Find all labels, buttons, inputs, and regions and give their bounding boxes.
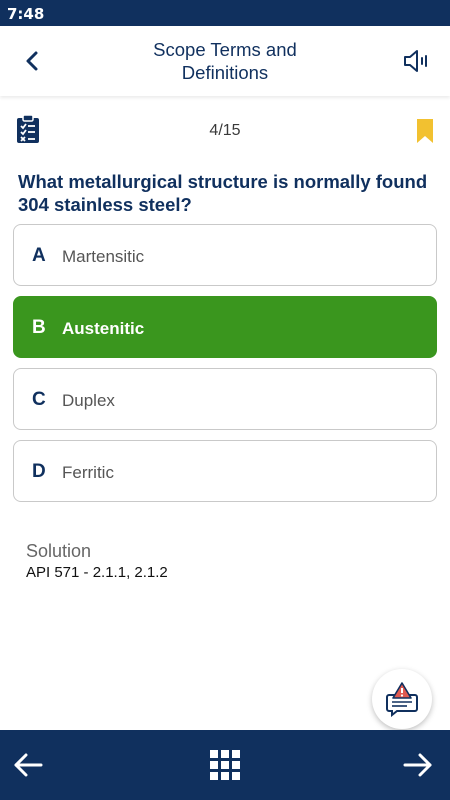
option-letter: A [32, 245, 46, 266]
option-text: Austenitic [62, 319, 145, 338]
report-issue-button[interactable] [372, 669, 432, 729]
status-bar: 7:48 [0, 0, 450, 26]
report-issue-icon [386, 682, 418, 717]
bookmark-icon[interactable] [416, 118, 434, 144]
back-button[interactable] [16, 46, 48, 76]
option-letter: B [32, 317, 46, 338]
header: Scope Terms and Definitions [0, 26, 450, 96]
option-text: Ferritic [62, 463, 114, 482]
status-time: 7:48 [7, 5, 45, 23]
option-b[interactable]: B Austenitic [13, 296, 437, 358]
option-d[interactable]: D Ferritic [13, 440, 437, 502]
option-a[interactable]: A Martensitic [13, 224, 437, 286]
question-text: What metallurgical structure is normally… [18, 171, 428, 215]
bottom-nav [0, 730, 450, 800]
question-progress: 4/15 [209, 122, 241, 139]
option-c[interactable]: C Duplex [13, 368, 437, 430]
previous-button[interactable] [10, 748, 46, 782]
page-title: Scope Terms and Definitions [153, 39, 297, 83]
sound-button[interactable] [402, 46, 432, 76]
solution-text: API 571 - 2.1.1, 2.1.2 [26, 564, 168, 581]
option-text: Duplex [62, 391, 115, 410]
quiz-meta-row: 4/15 [0, 112, 450, 152]
arrow-left-icon [14, 753, 43, 777]
option-text: Martensitic [62, 247, 145, 266]
next-button[interactable] [400, 748, 436, 782]
option-letter: C [32, 389, 46, 410]
chevron-left-icon [26, 51, 38, 71]
grid-icon[interactable] [209, 749, 241, 781]
speaker-icon [404, 50, 427, 72]
solution-label: Solution [26, 541, 92, 561]
option-letter: D [32, 461, 46, 482]
arrow-right-icon [403, 753, 432, 777]
